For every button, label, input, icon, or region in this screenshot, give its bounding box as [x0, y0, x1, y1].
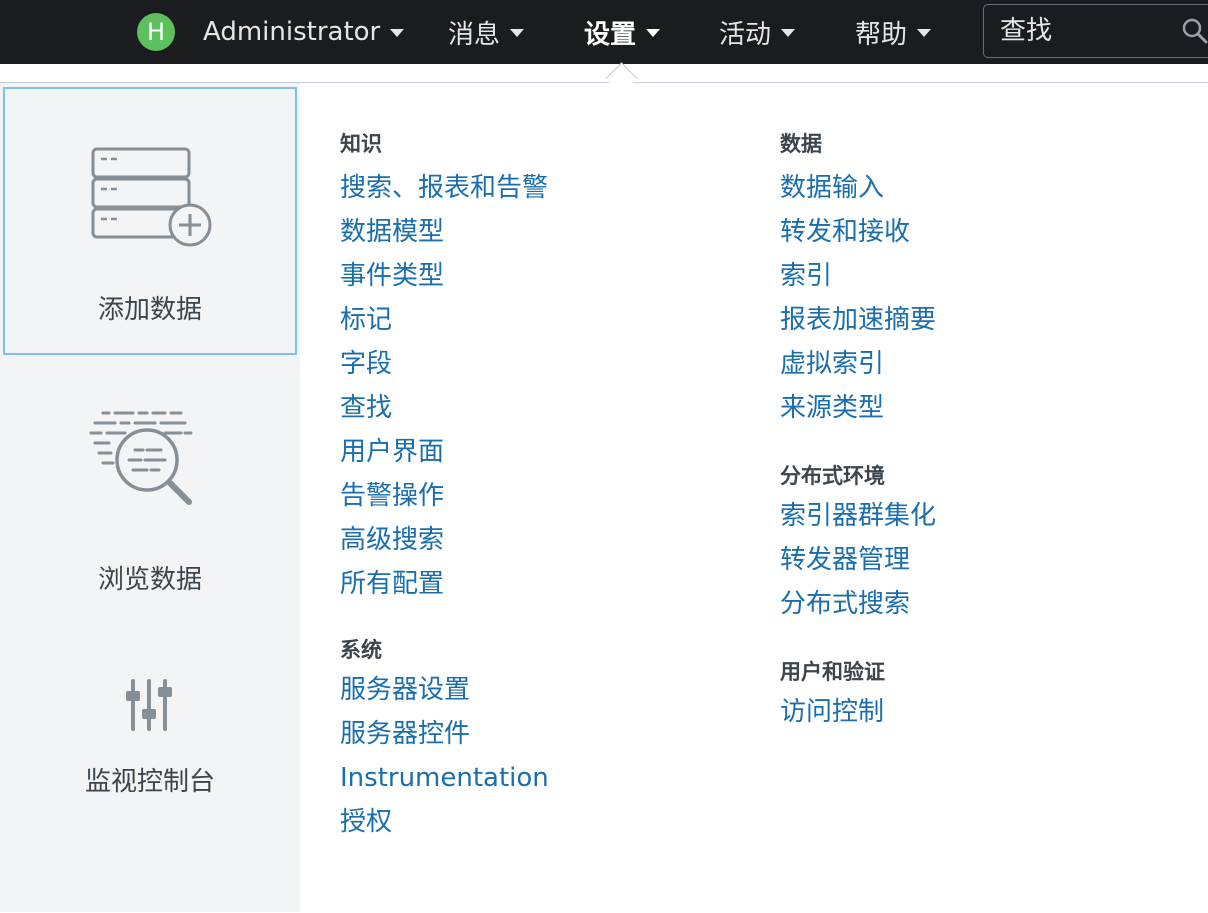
add-data-icon — [91, 147, 212, 247]
link-forwarding-receiving[interactable]: 转发和接收 — [780, 210, 936, 254]
caret-down-icon — [917, 29, 932, 37]
link-access-controls[interactable]: 访问控制 — [780, 690, 936, 734]
link-indexes[interactable]: 索引 — [780, 254, 936, 298]
add-data-label: 添加数据 — [97, 295, 202, 325]
data-column: 数据 数据输入 转发和接收 索引 报表加速摘要 虚拟索引 来源类型 分布式环境 … — [780, 128, 936, 734]
search-input[interactable] — [984, 15, 1172, 47]
link-indexer-clustering[interactable]: 索引器群集化 — [780, 494, 936, 538]
sliders-icon — [126, 679, 172, 731]
link-server-controls[interactable]: 服务器控件 — [340, 712, 549, 756]
search-box — [983, 4, 1208, 58]
messages-menu-label: 消息 — [448, 19, 501, 50]
link-fields[interactable]: 字段 — [340, 342, 549, 386]
link-tags[interactable]: 标记 — [340, 298, 549, 342]
settings-menu[interactable]: 设置 — [584, 0, 661, 64]
caret-down-icon — [390, 29, 405, 37]
help-menu-label: 帮助 — [855, 19, 908, 50]
user-menu-label: Administrator — [203, 17, 381, 47]
knowledge-section-title: 知识 — [340, 132, 382, 156]
system-section-title: 系统 — [340, 638, 382, 662]
caret-down-icon — [510, 29, 525, 37]
top-navigation-bar: H Administrator 消息 设置 活动 帮助 — [0, 0, 1208, 64]
caret-down-icon — [646, 29, 661, 37]
link-user-interface[interactable]: 用户界面 — [340, 430, 549, 474]
link-distributed-search[interactable]: 分布式搜索 — [780, 582, 936, 626]
user-menu[interactable]: H Administrator — [137, 0, 405, 64]
messages-menu[interactable]: 消息 — [448, 0, 525, 64]
link-server-settings[interactable]: 服务器设置 — [340, 668, 549, 712]
distributed-section-title: 分布式环境 — [780, 464, 885, 488]
link-alert-actions[interactable]: 告警操作 — [340, 474, 549, 518]
settings-sidebar: 添加数据 浏览数据 监视控制台 — [0, 83, 300, 912]
user-avatar: H — [137, 13, 175, 51]
knowledge-column: 知识 搜索、报表和告警 数据模型 事件类型 标记 字段 查找 用户界面 告警操作… — [340, 128, 549, 844]
link-data-inputs[interactable]: 数据输入 — [780, 166, 936, 210]
add-data-tile[interactable]: 添加数据 — [3, 87, 297, 355]
explore-data-icon — [89, 411, 193, 505]
link-virtual-indexes[interactable]: 虚拟索引 — [780, 342, 936, 386]
link-advanced-search[interactable]: 高级搜索 — [340, 518, 549, 562]
link-data-models[interactable]: 数据模型 — [340, 210, 549, 254]
data-section-title: 数据 — [780, 132, 822, 156]
link-lookups[interactable]: 查找 — [340, 386, 549, 430]
link-searches-reports-alerts[interactable]: 搜索、报表和告警 — [340, 166, 549, 210]
link-report-acceleration[interactable]: 报表加速摘要 — [780, 298, 936, 342]
link-event-types[interactable]: 事件类型 — [340, 254, 549, 298]
monitoring-console-tile[interactable]: 监视控制台 — [3, 659, 297, 839]
link-forwarder-management[interactable]: 转发器管理 — [780, 538, 936, 582]
users-auth-section-title: 用户和验证 — [780, 660, 885, 684]
help-menu[interactable]: 帮助 — [855, 0, 932, 64]
explore-data-label: 浏览数据 — [97, 565, 202, 595]
search-icon[interactable] — [1181, 17, 1208, 45]
explore-data-tile[interactable]: 浏览数据 — [3, 383, 297, 623]
activity-menu[interactable]: 活动 — [719, 0, 796, 64]
activity-menu-label: 活动 — [719, 19, 772, 50]
settings-menu-label: 设置 — [584, 19, 637, 50]
link-all-configurations[interactable]: 所有配置 — [340, 562, 549, 606]
link-licensing[interactable]: 授权 — [340, 800, 549, 844]
link-source-types[interactable]: 来源类型 — [780, 386, 936, 430]
monitoring-console-label: 监视控制台 — [84, 767, 215, 797]
link-instrumentation[interactable]: Instrumentation — [340, 756, 549, 800]
caret-down-icon — [781, 29, 796, 37]
